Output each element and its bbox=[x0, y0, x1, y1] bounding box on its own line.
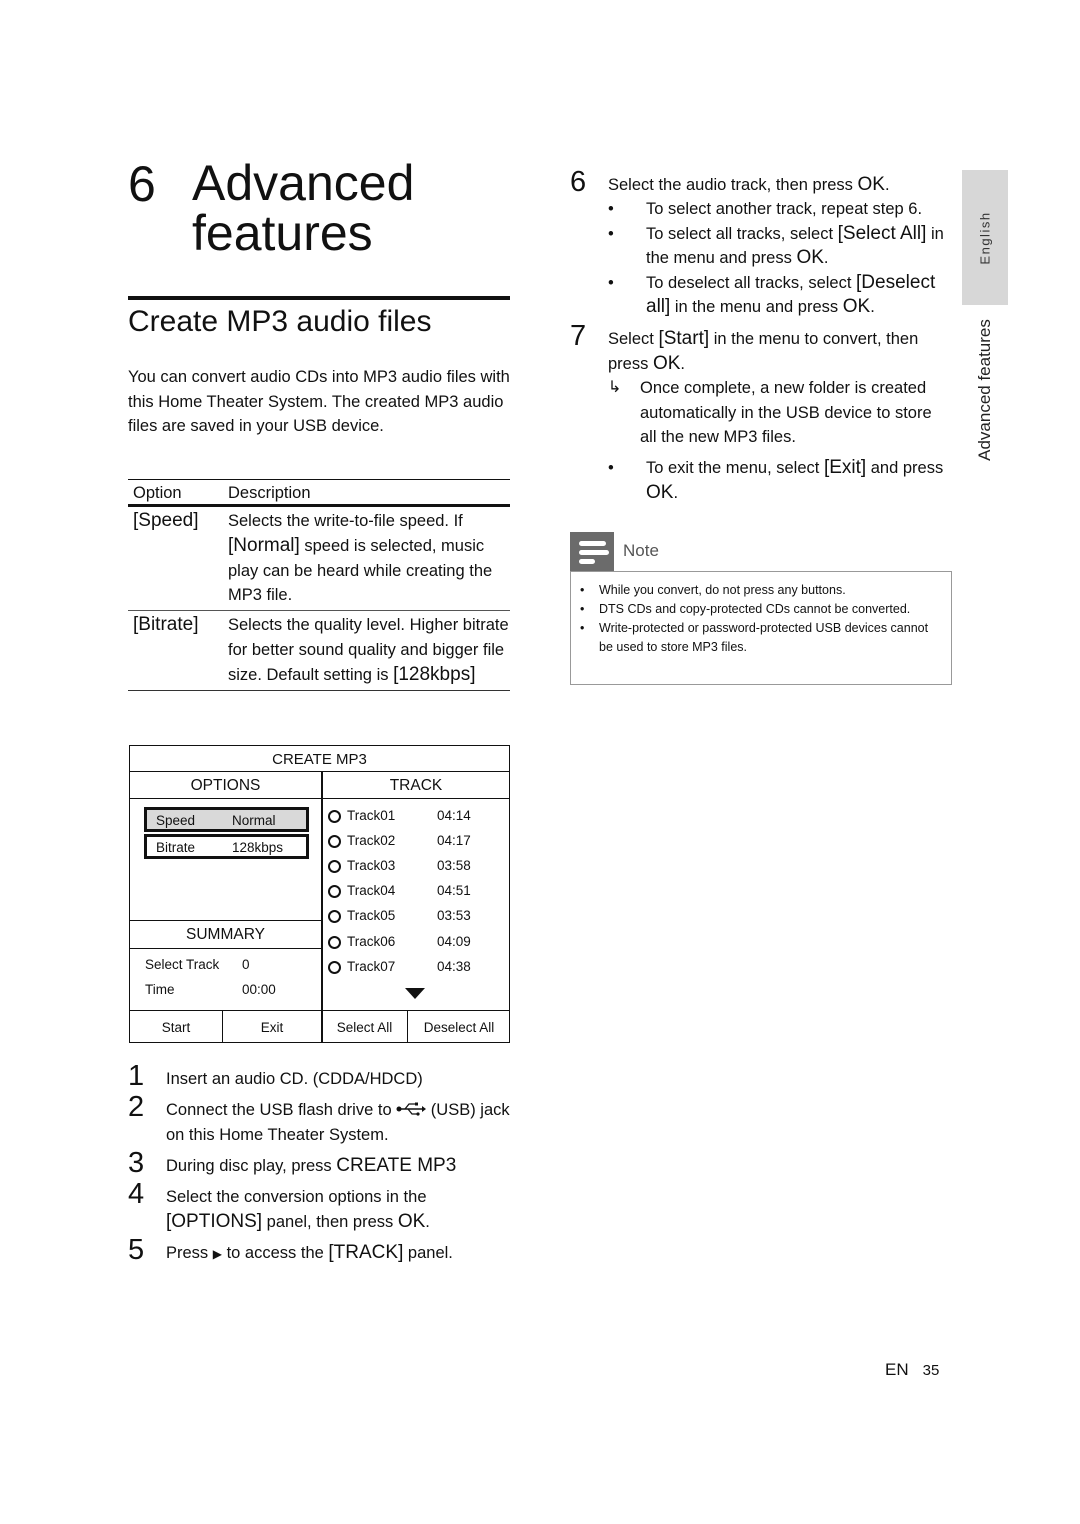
track-item[interactable]: Track02 04:17 bbox=[328, 831, 508, 851]
summary-select-track: Select Track 0 bbox=[145, 957, 250, 972]
radio-icon[interactable] bbox=[328, 810, 341, 823]
deselect-all-button[interactable]: Deselect All bbox=[408, 1011, 510, 1042]
play-right-icon: ▶ bbox=[212, 1247, 222, 1261]
option-bitrate[interactable]: Bitrate 128kbps bbox=[144, 834, 309, 859]
track-panel-header: TRACK bbox=[322, 772, 510, 799]
note-label: Note bbox=[623, 541, 659, 560]
header-option: Option bbox=[128, 479, 228, 507]
start-button[interactable]: Start bbox=[130, 1011, 223, 1042]
step-7-bullets: • To exit the menu, select [Exit] and pre… bbox=[608, 456, 960, 505]
track-item[interactable]: Track05 03:53 bbox=[328, 906, 508, 926]
usb-icon bbox=[396, 1101, 427, 1119]
table-header-row: Option Description bbox=[128, 479, 510, 507]
note-box: • While you convert, do not press any but… bbox=[570, 571, 952, 685]
track-name: Track06 bbox=[347, 933, 396, 949]
track-item[interactable]: Track07 04:38 bbox=[328, 957, 508, 977]
screen-title: CREATE MP3 bbox=[130, 746, 509, 772]
table-row: [Bitrate] Selects the quality level. Hig… bbox=[128, 610, 510, 691]
track-duration: 04:14 bbox=[437, 808, 471, 823]
result-item: ↳ Once complete, a new folder is created … bbox=[608, 376, 948, 450]
chapter-number: 6 bbox=[128, 156, 156, 212]
step-7-result: ↳ Once complete, a new folder is created … bbox=[608, 376, 948, 450]
track-duration: 03:53 bbox=[437, 908, 471, 924]
header-description: Description bbox=[228, 479, 510, 507]
screen-button-row: Start Exit Select All Deselect All bbox=[130, 1010, 509, 1042]
select-all-button[interactable]: Select All bbox=[322, 1011, 408, 1042]
note-item: • Write-protected or password-protected U… bbox=[580, 621, 929, 654]
option-description: Selects the quality level. Higher bitrat… bbox=[228, 610, 510, 691]
radio-icon[interactable] bbox=[328, 960, 341, 974]
radio-icon[interactable] bbox=[328, 885, 341, 899]
option-name: [Speed] bbox=[128, 505, 228, 612]
track-duration: 04:17 bbox=[437, 833, 471, 849]
summary-header: SUMMARY bbox=[130, 920, 321, 949]
bullet-item: • To select all tracks, select [Select Al… bbox=[608, 222, 944, 269]
radio-icon[interactable] bbox=[328, 910, 341, 924]
track-name: Track05 bbox=[347, 908, 396, 924]
note-item: • DTS CDs and copy-protected CDs cannot b… bbox=[580, 602, 911, 616]
radio-icon[interactable] bbox=[328, 860, 341, 874]
note-icon bbox=[570, 532, 614, 572]
track-item[interactable]: Track03 03:58 bbox=[328, 856, 508, 876]
track-duration: 04:09 bbox=[437, 933, 471, 949]
page-footer: EN 35 bbox=[885, 1360, 939, 1380]
panel-divider bbox=[321, 772, 323, 1042]
track-name: Track02 bbox=[347, 833, 396, 849]
chapter-title: Advanced features bbox=[192, 155, 415, 261]
section-divider bbox=[128, 296, 510, 300]
option-name: [Bitrate] bbox=[128, 610, 228, 691]
page-number: 35 bbox=[922, 1362, 940, 1379]
option-speed[interactable]: Speed Normal bbox=[144, 807, 309, 832]
track-item[interactable]: Track06 04:09 bbox=[328, 932, 508, 952]
footer-language: EN bbox=[885, 1360, 909, 1379]
track-duration: 03:58 bbox=[437, 858, 471, 874]
step-6-bullets: • To select another track, repeat step 6.… bbox=[608, 197, 960, 320]
track-duration: 04:38 bbox=[437, 958, 471, 974]
intro-paragraph: You can convert audio CDs into MP3 audio… bbox=[128, 368, 510, 436]
exit-button[interactable]: Exit bbox=[223, 1011, 321, 1042]
option-description: Selects the write-to-file speed. If [Nor… bbox=[228, 505, 510, 612]
radio-icon[interactable] bbox=[328, 835, 341, 849]
section-title: Create MP3 audio files bbox=[128, 305, 432, 338]
track-name: Track03 bbox=[347, 858, 396, 874]
summary-time: Time 00:00 bbox=[145, 982, 276, 997]
options-panel-header: OPTIONS bbox=[130, 772, 321, 799]
track-name: Track07 bbox=[347, 958, 396, 974]
table-row: [Speed] Selects the write-to-file speed.… bbox=[128, 505, 510, 612]
options-table: Option Description [Speed] Selects the w… bbox=[128, 479, 510, 691]
bullet-item: • To exit the menu, select [Exit] and pre… bbox=[608, 457, 944, 503]
section-tab: Advanced features bbox=[975, 318, 994, 461]
bullet-item: • To deselect all tracks, select [Deselec… bbox=[608, 271, 936, 318]
track-item[interactable]: Track01 04:14 bbox=[328, 806, 508, 826]
track-name: Track01 bbox=[347, 808, 396, 823]
scroll-down-arrow-icon[interactable] bbox=[405, 988, 425, 999]
track-duration: 04:51 bbox=[437, 883, 471, 899]
track-item[interactable]: Track04 04:51 bbox=[328, 881, 508, 901]
create-mp3-screen: CREATE MP3 OPTIONS TRACK Speed Normal Bi… bbox=[129, 745, 510, 1043]
track-name: Track04 bbox=[347, 883, 396, 899]
radio-icon[interactable] bbox=[328, 935, 341, 949]
bullet-item: • To select another track, repeat step 6. bbox=[608, 200, 923, 218]
language-tab: English bbox=[962, 170, 1008, 305]
result-arrow-icon: ↳ bbox=[608, 379, 622, 396]
note-item: • While you convert, do not press any but… bbox=[580, 583, 846, 597]
